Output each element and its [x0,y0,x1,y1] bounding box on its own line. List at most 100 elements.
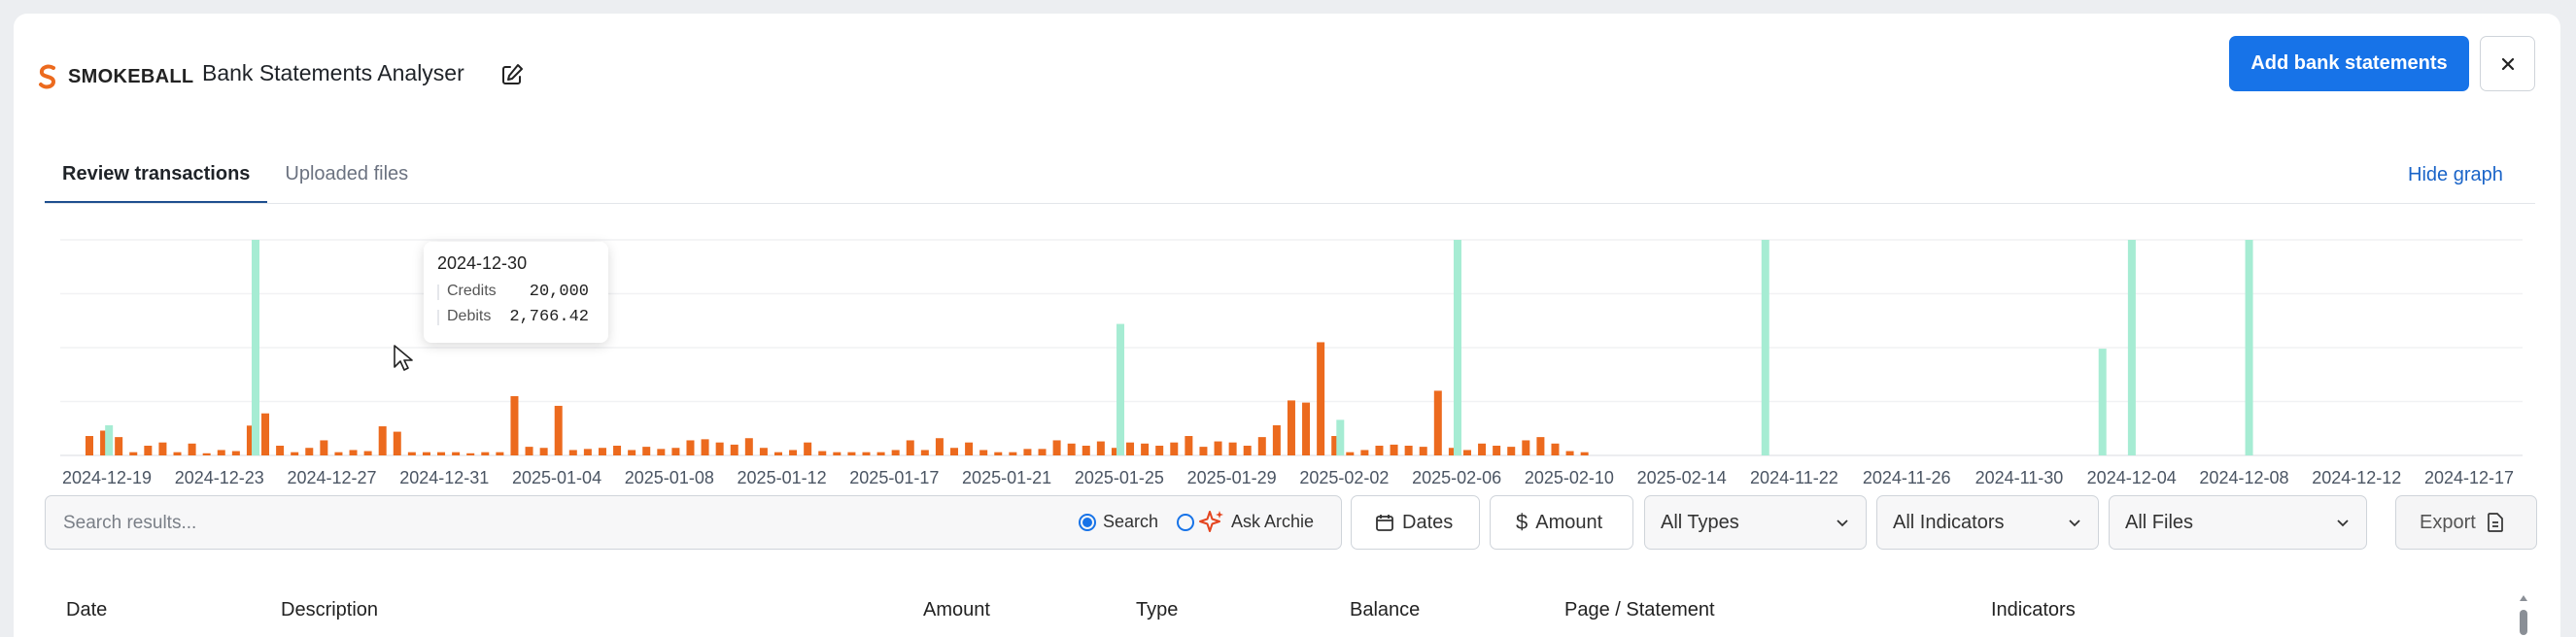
debit-bar[interactable] [1493,446,1501,455]
debit-bar[interactable] [730,444,738,455]
debit-bar[interactable] [1170,442,1179,455]
debit-bar[interactable] [1565,451,1574,455]
credit-bar[interactable] [1453,240,1461,455]
debit-bar[interactable] [1462,450,1471,455]
types-select[interactable]: All Types [1644,495,1867,550]
debit-bar[interactable] [906,440,914,455]
debit-bar[interactable] [715,442,724,455]
debit-bar[interactable] [773,452,782,455]
debit-bar[interactable] [657,449,666,455]
debit-bar[interactable] [1052,440,1061,455]
debit-bar[interactable] [1317,342,1325,455]
debit-bar[interactable] [759,448,768,455]
debit-bar[interactable] [1404,446,1413,455]
debit-bar[interactable] [613,446,622,455]
debit-bar[interactable] [129,452,138,455]
amount-button[interactable]: $ Amount [1490,495,1633,550]
tab-review-transactions[interactable]: Review transactions [45,150,268,204]
debit-bar[interactable] [1478,443,1487,455]
debit-bar[interactable] [393,431,401,455]
debit-bar[interactable] [1375,446,1384,455]
dates-button[interactable]: Dates [1351,495,1480,550]
debit-bar[interactable] [1302,402,1311,455]
debit-bar[interactable] [1155,446,1164,455]
column-header-balance[interactable]: Balance [1350,599,1420,621]
debit-bar[interactable] [1536,437,1545,455]
debit-bar[interactable] [291,452,299,455]
debit-bar[interactable] [804,442,812,455]
credit-bar[interactable] [1116,323,1125,455]
debit-bar[interactable] [1522,440,1530,455]
debit-bar[interactable] [744,438,753,455]
credit-bar[interactable] [105,424,114,455]
debit-bar[interactable] [1141,443,1150,455]
debit-bar[interactable] [1272,424,1281,455]
debit-bar[interactable] [1185,436,1193,455]
debit-bar[interactable] [334,452,343,455]
debit-bar[interactable] [628,450,636,455]
add-bank-statements-button[interactable]: Add bank statements [2229,36,2469,91]
debit-bar[interactable] [510,395,519,455]
debit-bar[interactable] [1228,442,1237,455]
debit-bar[interactable] [496,452,504,455]
debit-bar[interactable] [1551,443,1560,455]
column-header-indicators[interactable]: Indicators [1991,599,2076,621]
debit-bar[interactable] [994,452,1003,455]
debit-bar[interactable] [862,452,871,455]
debit-bar[interactable] [701,439,709,455]
debit-bar[interactable] [965,442,974,455]
debit-bar[interactable] [1433,390,1442,455]
debit-bar[interactable] [833,452,841,455]
search-mode-radio[interactable] [1079,514,1096,531]
debit-bar[interactable] [671,448,680,455]
debit-bar[interactable] [363,451,372,455]
column-header-description[interactable]: Description [281,599,378,621]
column-header-amount[interactable]: Amount [923,599,990,621]
debit-bar[interactable] [1419,447,1427,455]
column-header-type[interactable]: Type [1136,599,1178,621]
debit-bar[interactable] [407,452,416,455]
debit-bar[interactable] [202,453,211,455]
table-scrollbar[interactable] [2517,590,2530,637]
debit-bar[interactable] [422,452,430,455]
debit-bar[interactable] [437,452,446,455]
debit-bar[interactable] [876,452,885,455]
hide-graph-link[interactable]: Hide graph [2408,164,2503,186]
debit-bar[interactable] [1038,449,1047,455]
debit-bar[interactable] [1067,443,1076,455]
debit-bar[interactable] [789,450,798,455]
debit-bar[interactable] [1126,442,1135,455]
debit-bar[interactable] [1214,441,1222,455]
debit-bar[interactable] [583,449,592,455]
debit-bar[interactable] [1360,450,1369,455]
debit-bar[interactable] [231,451,240,455]
debit-bar[interactable] [598,448,606,455]
debit-bar[interactable] [525,447,533,455]
debit-bar[interactable] [979,450,988,455]
debit-bar[interactable] [1082,446,1090,455]
export-button[interactable]: Export [2395,495,2537,550]
pencil-square-icon[interactable] [499,62,525,87]
credit-bar[interactable] [2127,240,2136,455]
indicators-select[interactable]: All Indicators [1876,495,2099,550]
debit-bar[interactable] [276,446,285,455]
debit-bar[interactable] [1009,452,1017,455]
debit-bar[interactable] [158,442,167,455]
debit-bar[interactable] [920,450,929,455]
debit-bar[interactable] [1346,452,1355,455]
debit-bar[interactable] [1390,444,1398,455]
debit-bar[interactable] [818,451,827,455]
debit-bar[interactable] [115,437,123,455]
credit-bar[interactable] [252,240,260,455]
debit-bar[interactable] [320,440,328,455]
credit-bar[interactable] [2245,240,2253,455]
debit-bar[interactable] [1096,441,1105,455]
files-select[interactable]: All Files [2109,495,2367,550]
debit-bar[interactable] [686,440,695,455]
debit-bar[interactable] [1287,400,1295,455]
debit-bar[interactable] [568,450,577,455]
debit-bar[interactable] [466,453,475,455]
debit-bar[interactable] [642,447,651,455]
debit-bar[interactable] [173,452,182,455]
tab-uploaded-files[interactable]: Uploaded files [267,150,426,204]
